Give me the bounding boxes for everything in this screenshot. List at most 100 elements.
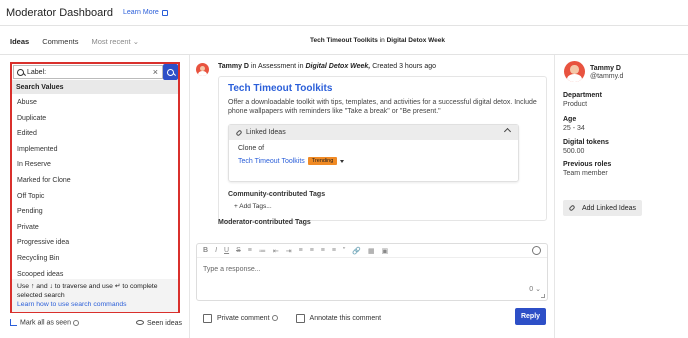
post-campaign[interactable]: Digital Detox Week, bbox=[305, 63, 370, 70]
field-label: Previous roles bbox=[563, 161, 612, 168]
field-label: Digital tokens bbox=[563, 139, 609, 146]
mark-seen-label: Mark all as seen bbox=[20, 319, 71, 327]
profile-avatar bbox=[564, 61, 585, 82]
linked-ideas-header[interactable]: Linked Ideas bbox=[229, 125, 518, 140]
tab-comments[interactable]: Comments bbox=[42, 37, 78, 46]
list-item[interactable]: Progressive idea bbox=[12, 235, 178, 251]
private-comment-label: Private comment bbox=[217, 314, 270, 322]
profile-field-roles: Previous roles Team member bbox=[563, 161, 611, 177]
left-footer: Mark all as seen Seen ideas bbox=[10, 316, 182, 330]
align-center-button[interactable]: ≡ bbox=[310, 247, 314, 254]
external-link-icon bbox=[161, 9, 168, 16]
outdent-button[interactable]: ⇤ bbox=[273, 247, 279, 255]
clone-link-row: Tech Timeout Toolkits Trending bbox=[238, 157, 345, 165]
strikethrough-button[interactable]: S bbox=[236, 247, 241, 254]
thread-in-text: in bbox=[379, 37, 385, 44]
learn-more-link[interactable]: Learn More bbox=[123, 9, 168, 16]
list-item[interactable]: Abuse bbox=[12, 95, 178, 111]
underline-button[interactable]: U bbox=[224, 247, 229, 254]
align-justify-button[interactable]: ≡ bbox=[332, 247, 336, 254]
linked-ideas-panel: Linked Ideas Clone of Tech Timeout Toolk… bbox=[228, 124, 519, 182]
annotate-option[interactable]: Annotate this comment bbox=[295, 313, 381, 323]
top-bar: Moderator Dashboard Learn More bbox=[0, 0, 688, 26]
list-item[interactable]: Private bbox=[12, 220, 178, 236]
align-right-button[interactable]: ≡ bbox=[321, 247, 325, 254]
search-icon bbox=[17, 68, 24, 76]
resize-handle[interactable] bbox=[541, 294, 545, 298]
private-comment-option[interactable]: Private comment bbox=[203, 313, 278, 323]
mark-all-seen-button[interactable]: Mark all as seen bbox=[10, 319, 79, 327]
info-icon bbox=[271, 315, 278, 321]
caret-down-icon[interactable] bbox=[340, 159, 345, 163]
list-item[interactable]: Pending bbox=[12, 204, 178, 220]
field-value: 500.00 bbox=[563, 148, 585, 155]
link-icon bbox=[568, 204, 576, 212]
idea-description: Offer a downloadable toolkit with tips, … bbox=[228, 99, 537, 115]
list-item[interactable]: Recycling Bin bbox=[12, 251, 178, 267]
clear-icon[interactable]: × bbox=[153, 67, 158, 77]
list-item[interactable]: Marked for Clone bbox=[12, 173, 178, 189]
response-input[interactable]: Type a response... bbox=[203, 266, 261, 273]
status-badge[interactable]: Trending bbox=[307, 157, 338, 165]
idea-detail: Tammy D in Assessment in Digital Detox W… bbox=[191, 55, 553, 338]
reply-button[interactable]: Reply bbox=[515, 308, 546, 325]
field-value: Product bbox=[563, 101, 588, 108]
add-linked-ideas-button[interactable]: Add Linked Ideas bbox=[563, 200, 642, 216]
list-item[interactable]: In Reserve bbox=[12, 157, 178, 173]
link-icon bbox=[235, 128, 243, 137]
search-button[interactable] bbox=[163, 64, 178, 80]
community-tags-label: Community-contributed Tags bbox=[228, 191, 326, 198]
list-item[interactable]: Edited bbox=[12, 126, 178, 142]
post-in-text: in Assessment in bbox=[250, 63, 304, 70]
add-linked-label: Add Linked Ideas bbox=[581, 204, 637, 212]
seen-ideas-button[interactable]: Seen ideas bbox=[135, 319, 182, 327]
post-header: Tammy D in Assessment in Digital Detox W… bbox=[218, 63, 436, 70]
profile-handle: @tammy.d bbox=[590, 73, 624, 80]
list-item[interactable]: Duplicate bbox=[12, 111, 178, 127]
page-title: Moderator Dashboard bbox=[6, 6, 114, 19]
mark-seen-icon bbox=[10, 319, 17, 327]
clone-of-label: Clone of bbox=[238, 145, 265, 152]
quote-button[interactable]: ” bbox=[343, 247, 345, 254]
bold-button[interactable]: B bbox=[203, 247, 208, 254]
post-author[interactable]: Tammy D bbox=[218, 63, 249, 70]
search-values-list: Abuse Duplicate Edited Implemented In Re… bbox=[12, 95, 178, 282]
moderator-tags-label: Moderator-contributed Tags bbox=[218, 219, 311, 226]
sort-dropdown[interactable]: Most recent ⌄ bbox=[91, 37, 139, 46]
italic-button[interactable]: I bbox=[215, 247, 217, 254]
link-button[interactable]: 🔗 bbox=[352, 247, 361, 255]
search-panel: Label: × Search Values Abuse Duplicate E… bbox=[10, 62, 180, 313]
search-commands-link[interactable]: Learn how to use search commands bbox=[17, 300, 173, 309]
sub-nav: Ideas Comments Most recent ⌄ Tech Timeou… bbox=[0, 27, 688, 55]
author-avatar[interactable] bbox=[196, 63, 209, 76]
emoji-icon[interactable] bbox=[532, 246, 541, 255]
indent-button[interactable]: ⇥ bbox=[286, 247, 292, 255]
table-button[interactable]: ▦ bbox=[368, 247, 375, 255]
editor-toolbar: B I U S ≡ ≔ ⇤ ⇥ ≡ ≡ ≡ ≡ ” 🔗 ▦ ▣ bbox=[197, 244, 547, 258]
search-button-icon bbox=[167, 68, 174, 76]
clone-link[interactable]: Tech Timeout Toolkits bbox=[238, 158, 305, 165]
list-item[interactable]: Off Topic bbox=[12, 189, 178, 205]
image-button[interactable]: ▣ bbox=[382, 247, 389, 255]
search-input[interactable]: Label: × bbox=[13, 65, 163, 79]
list-item[interactable]: Implemented bbox=[12, 142, 178, 158]
chevron-down-icon: ⌄ bbox=[132, 36, 140, 46]
add-tags-button[interactable]: + Add Tags... bbox=[234, 203, 272, 210]
response-editor: B I U S ≡ ≔ ⇤ ⇥ ≡ ≡ ≡ ≡ ” 🔗 ▦ ▣ Type a r… bbox=[196, 243, 548, 301]
profile-field-department: Department Product bbox=[563, 92, 602, 108]
post-created: Created 3 hours ago bbox=[372, 63, 437, 70]
search-hint: Use ↑ and ↓ to traverse and use ↵ to com… bbox=[12, 279, 178, 312]
chevron-up-icon[interactable] bbox=[503, 127, 512, 136]
attachment-control[interactable]: 0 ⌄ bbox=[529, 285, 541, 293]
seen-ideas-label: Seen ideas bbox=[146, 319, 182, 327]
tab-ideas[interactable]: Ideas bbox=[10, 37, 29, 46]
idea-title[interactable]: Tech Timeout Toolkits bbox=[228, 83, 332, 94]
field-label: Age bbox=[563, 116, 577, 123]
numbered-list-button[interactable]: ≔ bbox=[259, 247, 266, 255]
info-icon bbox=[72, 319, 79, 326]
align-left-button[interactable]: ≡ bbox=[299, 247, 303, 254]
linked-ideas-label: Linked Ideas bbox=[246, 129, 286, 136]
private-comment-checkbox[interactable] bbox=[203, 313, 212, 323]
bullet-list-button[interactable]: ≡ bbox=[248, 247, 252, 254]
annotate-checkbox[interactable] bbox=[295, 313, 305, 323]
